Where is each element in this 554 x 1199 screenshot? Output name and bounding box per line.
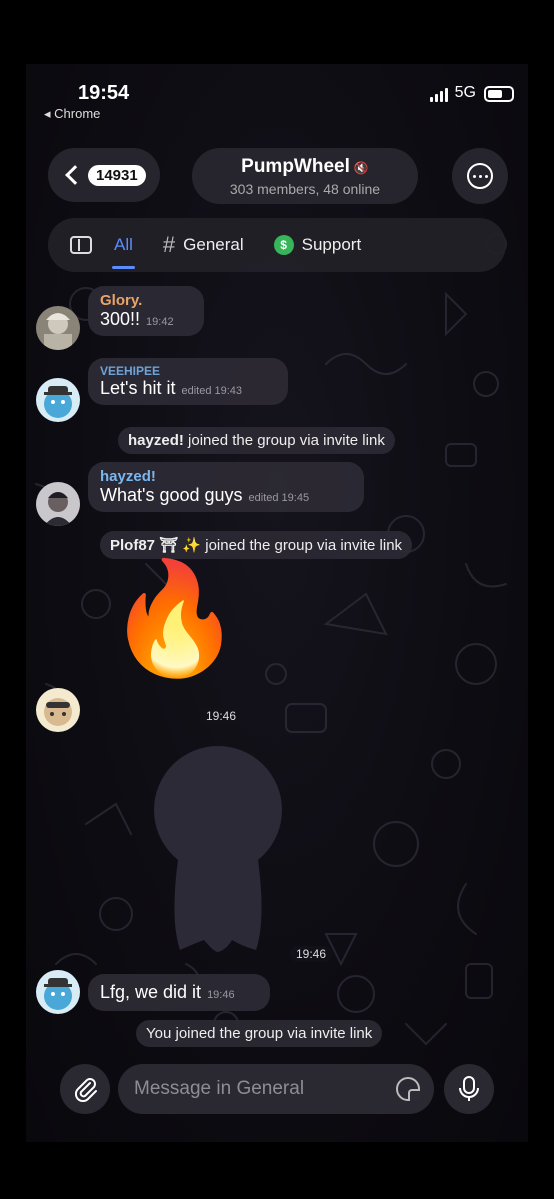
message-time: edited 19:45 (248, 492, 310, 504)
support-icon: $ (273, 235, 294, 255)
chat-subtitle: 303 members, 48 online (229, 181, 381, 197)
message-time: 19:46 (290, 946, 333, 962)
avatar[interactable] (36, 482, 80, 526)
status-time: 19:54 (78, 82, 130, 104)
topic-tabs: All # General $ Support (48, 218, 506, 272)
message-bubble[interactable]: Lfg, we did it 19:46 (88, 974, 270, 1011)
chat-screen: 19:54 ◂ Chrome 5G 14931 PumpWheel 🔇 303 m… (26, 64, 528, 1142)
more-options-button[interactable] (452, 148, 508, 204)
message-bubble[interactable]: hayzed! What's good guys edited 19:45 (88, 462, 364, 512)
voice-message-button[interactable] (444, 1064, 494, 1114)
message-input[interactable] (134, 1078, 384, 1100)
message-time: 19:46 (200, 708, 243, 724)
mute-icon: 🔇 (353, 161, 369, 175)
message-time: 19:46 (207, 989, 235, 1001)
message-sender: hayzed! (100, 468, 156, 485)
battery-icon (484, 86, 514, 102)
service-message: You joined the group via invite link (136, 1020, 383, 1047)
tab-general[interactable]: # General (163, 232, 244, 258)
network-type: 5G (454, 84, 476, 101)
message-time: edited 19:43 (181, 385, 243, 397)
service-text: joined the group via invite link (188, 432, 385, 449)
message-text: What's good guys (100, 485, 243, 505)
message-input-wrapper (118, 1064, 434, 1114)
message-sender: VEEHIPEE (100, 364, 161, 378)
fire-sticker[interactable]: 🔥 (106, 564, 243, 674)
chat-title-row: PumpWheel 🔇 (192, 156, 418, 178)
message-text: Let's hit it (100, 378, 176, 398)
tab-general-label: General (183, 235, 244, 254)
message-sender: Glory. (100, 292, 143, 309)
avatar[interactable] (36, 306, 80, 350)
avatar[interactable] (36, 970, 80, 1014)
message-bubble[interactable]: Glory. 300!! 19:42 (88, 286, 204, 336)
service-message: Plof87 ⛩ ✨ joined the group via invite l… (100, 531, 413, 559)
tab-support-label: Support (301, 235, 362, 254)
hashtag-icon: # (162, 232, 176, 257)
chat-title-pill[interactable]: PumpWheel 🔇 303 members, 48 online (192, 148, 418, 204)
avatar[interactable] (36, 378, 80, 422)
sticker-icon[interactable] (396, 1077, 420, 1101)
message-bubble[interactable]: VEEHIPEE Let's hit it edited 19:43 (88, 358, 288, 405)
status-bar: 19:54 ◂ Chrome 5G (26, 64, 528, 134)
tab-support[interactable]: $ Support (273, 235, 362, 255)
service-message: hayzed! joined the group via invite link (118, 427, 395, 454)
tab-all[interactable]: All (112, 235, 135, 269)
message-text: 300!! (100, 309, 141, 329)
service-actor: hayzed! (128, 432, 184, 449)
signal-icon (430, 88, 448, 102)
microphone-icon (459, 1076, 479, 1101)
service-text: You joined the group via invite link (146, 1025, 373, 1042)
avatar[interactable] (36, 688, 80, 732)
chat-title: PumpWheel (241, 156, 350, 177)
panel-icon[interactable] (70, 236, 92, 254)
unread-count-badge: 14931 (88, 164, 146, 186)
attach-button[interactable] (60, 1064, 110, 1114)
back-button[interactable]: 14931 (48, 148, 160, 202)
silhouette-sticker[interactable] (138, 740, 298, 960)
tab-all-label: All (114, 235, 133, 254)
ellipsis-icon (467, 163, 493, 189)
back-to-app-link[interactable]: ◂ Chrome (44, 106, 100, 122)
service-actor: Plof87 ⛩ ✨ (110, 537, 202, 554)
service-text: joined the group via invite link (205, 537, 403, 554)
paperclip-icon (74, 1078, 97, 1102)
message-text: Lfg, we did it (100, 982, 202, 1002)
chevron-left-icon (65, 165, 85, 185)
message-time: 19:42 (146, 316, 174, 328)
